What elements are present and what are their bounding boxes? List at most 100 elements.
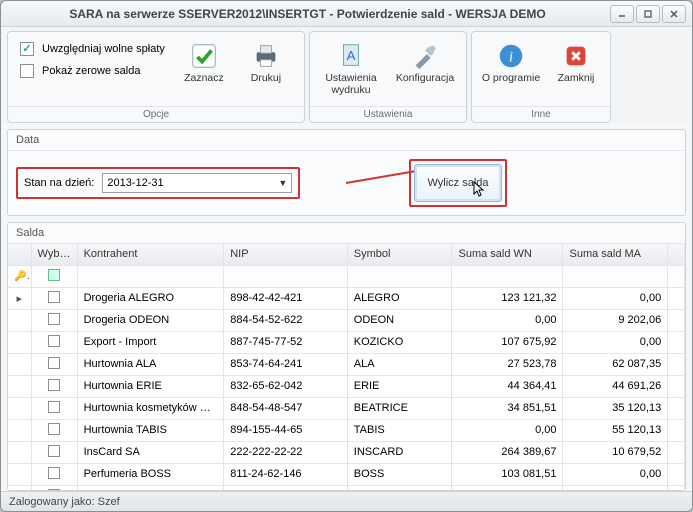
dropdown-arrow-icon: ▼ <box>278 178 287 188</box>
row-checkbox[interactable] <box>48 379 60 391</box>
cell-nip: 853-74-64-241 <box>224 353 348 375</box>
row-checkbox[interactable] <box>48 467 60 479</box>
cell-symbol: KOZICKO <box>347 331 452 353</box>
table-header-row: Wybr… Kontrahent NIP Symbol Suma sald WN… <box>8 244 685 265</box>
cell-kontrahent: Hurtownia kosmetyków B… <box>77 397 224 419</box>
group-title-inne: Inne <box>472 106 610 122</box>
salda-panel-title: Salda <box>8 223 685 244</box>
row-checkbox-cell[interactable] <box>31 485 77 490</box>
cell-symbol: ERIE <box>347 375 452 397</box>
row-indicator <box>8 419 31 441</box>
label-uwzgledniaj: Uwzględniaj wolne spłaty <box>42 43 165 55</box>
table-row[interactable]: Drogeria ODEON884-54-52-622ODEON0,009 20… <box>8 309 685 331</box>
row-checkbox[interactable] <box>48 291 60 303</box>
table-row[interactable]: Hurtownia kosmetyków B…848-54-48-547BEAT… <box>8 397 685 419</box>
table-row[interactable]: ▸Drogeria ALEGRO898-42-42-421ALEGRO123 1… <box>8 287 685 309</box>
table-row[interactable]: Hurtownia TABIS894-155-44-65TABIS0,0055 … <box>8 419 685 441</box>
wylicz-salda-button[interactable]: Wylicz salda <box>414 164 502 202</box>
row-indicator <box>8 485 31 490</box>
col-scroll-gap <box>668 244 685 265</box>
row-checkbox-cell[interactable] <box>31 419 77 441</box>
row-indicator <box>8 309 31 331</box>
info-icon: i <box>496 41 526 71</box>
o-programie-button[interactable]: i O programie <box>478 36 544 90</box>
ribbon-group-opcje: Uwzględniaj wolne spłaty Pokaż zerowe sa… <box>7 31 305 123</box>
cell-nip: 887-745-77-52 <box>224 331 348 353</box>
minimize-button[interactable] <box>610 5 634 23</box>
table-row[interactable]: Perfumeria BOSS811-24-62-146BOSS103 081,… <box>8 463 685 485</box>
row-checkbox-cell[interactable] <box>31 287 77 309</box>
table-row[interactable]: Hurtownia ERIE832-65-62-042ERIE44 364,41… <box>8 375 685 397</box>
table-row[interactable]: Export - Import887-745-77-52KOZICKO107 6… <box>8 331 685 353</box>
table-row[interactable]: Perfumeria HUGO846-75-35-314HUGO55 653,2… <box>8 485 685 490</box>
status-text: Zalogowany jako: Szef <box>9 496 120 508</box>
cell-symbol: BOSS <box>347 463 452 485</box>
row-indicator <box>8 397 31 419</box>
cell-suma-ma: 55 120,13 <box>563 419 668 441</box>
cell-suma-ma: 9 202,06 <box>563 309 668 331</box>
close-button[interactable] <box>662 5 686 23</box>
row-checkbox-cell[interactable] <box>31 397 77 419</box>
konfiguracja-button[interactable]: Konfiguracja <box>390 36 460 90</box>
cell-suma-ma: 55 001,56 <box>563 485 668 490</box>
printer-icon <box>251 41 281 71</box>
date-dropdown[interactable]: 2013-12-31 ▼ <box>102 173 292 193</box>
table-row[interactable]: InsCard SA222-222-22-22INSCARD264 389,67… <box>8 441 685 463</box>
filter-key-icon <box>14 270 26 282</box>
checkbox-uwzgledniaj[interactable] <box>20 42 34 56</box>
ribbon-group-inne: i O programie Zamknij Inne <box>471 31 611 123</box>
cursor-icon <box>473 181 487 199</box>
cell-kontrahent: Hurtownia ALA <box>77 353 224 375</box>
svg-text:i: i <box>509 50 513 66</box>
col-sumama[interactable]: Suma sald MA <box>563 244 668 265</box>
filter-checkbox-icon[interactable] <box>48 269 60 281</box>
maximize-button[interactable] <box>636 5 660 23</box>
cell-symbol: INSCARD <box>347 441 452 463</box>
row-checkbox-cell[interactable] <box>31 463 77 485</box>
row-checkbox[interactable] <box>48 335 60 347</box>
row-checkbox-cell[interactable] <box>31 441 77 463</box>
salda-grid[interactable]: Wybr… Kontrahent NIP Symbol Suma sald WN… <box>8 244 685 490</box>
drukuj-button[interactable]: Drukuj <box>237 36 295 90</box>
cell-suma-ma: 0,00 <box>563 463 668 485</box>
data-panel: Data Stan na dzień: 2013-12-31 ▼ Wylicz … <box>7 129 686 216</box>
row-indicator <box>8 441 31 463</box>
stan-na-dzien-label: Stan na dzień: <box>24 177 94 189</box>
cell-kontrahent: InsCard SA <box>77 441 224 463</box>
ustawienia-wydruku-button[interactable]: A Ustawienia wydruku <box>316 36 386 101</box>
zamknij-button[interactable]: Zamknij <box>548 36 604 90</box>
col-nip[interactable]: NIP <box>224 244 348 265</box>
col-wybr[interactable]: Wybr… <box>31 244 77 265</box>
cell-suma-wn: 0,00 <box>452 309 563 331</box>
row-checkbox-cell[interactable] <box>31 309 77 331</box>
cell-suma-wn: 55 653,29 <box>452 485 563 490</box>
cell-kontrahent: Export - Import <box>77 331 224 353</box>
data-panel-title: Data <box>8 130 685 151</box>
row-checkbox-cell[interactable] <box>31 331 77 353</box>
cell-nip: 848-54-48-547 <box>224 397 348 419</box>
filter-row[interactable] <box>8 265 685 287</box>
col-indicator[interactable] <box>8 244 31 265</box>
col-symbol[interactable]: Symbol <box>347 244 452 265</box>
close-icon <box>561 41 591 71</box>
zaznacz-button[interactable]: Zaznacz <box>175 36 233 90</box>
cell-suma-wn: 103 081,51 <box>452 463 563 485</box>
row-checkbox[interactable] <box>48 313 60 325</box>
checkbox-pokaz-zerowe[interactable] <box>20 64 34 78</box>
cell-suma-wn: 123 121,32 <box>452 287 563 309</box>
cell-nip: 894-155-44-65 <box>224 419 348 441</box>
row-checkbox[interactable] <box>48 401 60 413</box>
row-checkbox[interactable] <box>48 423 60 435</box>
row-checkbox[interactable] <box>48 489 60 491</box>
row-checkbox[interactable] <box>48 445 60 457</box>
row-checkbox-cell[interactable] <box>31 353 77 375</box>
row-checkbox-cell[interactable] <box>31 375 77 397</box>
table-row[interactable]: Hurtownia ALA853-74-64-241ALA27 523,7862… <box>8 353 685 375</box>
col-kontrahent[interactable]: Kontrahent <box>77 244 224 265</box>
cell-suma-wn: 107 675,92 <box>452 331 563 353</box>
col-sumawn[interactable]: Suma sald WN <box>452 244 563 265</box>
cell-kontrahent: Perfumeria BOSS <box>77 463 224 485</box>
cell-suma-wn: 0,00 <box>452 419 563 441</box>
wylicz-highlight-box: Wylicz salda <box>409 159 507 207</box>
row-checkbox[interactable] <box>48 357 60 369</box>
